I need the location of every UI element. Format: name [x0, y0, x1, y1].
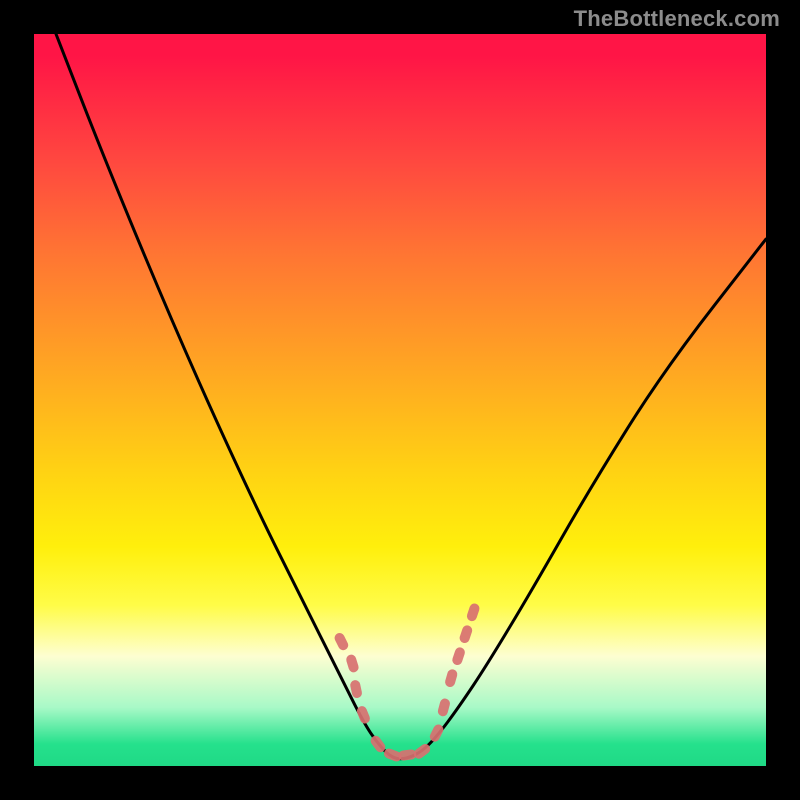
marker-point — [466, 602, 481, 622]
plot-area — [34, 34, 766, 766]
bottleneck-curve — [56, 34, 766, 759]
marker-point — [458, 624, 473, 644]
marker-point — [437, 697, 451, 717]
outer-frame: TheBottleneck.com — [0, 0, 800, 800]
marker-point — [333, 631, 350, 652]
marker-point — [444, 668, 459, 688]
watermark-text: TheBottleneck.com — [574, 6, 780, 32]
marker-point — [345, 653, 360, 673]
marker-point — [451, 646, 466, 666]
marker-point — [428, 723, 445, 744]
curve-line-group — [56, 34, 766, 759]
marker-group — [333, 602, 481, 763]
chart-svg — [34, 34, 766, 766]
